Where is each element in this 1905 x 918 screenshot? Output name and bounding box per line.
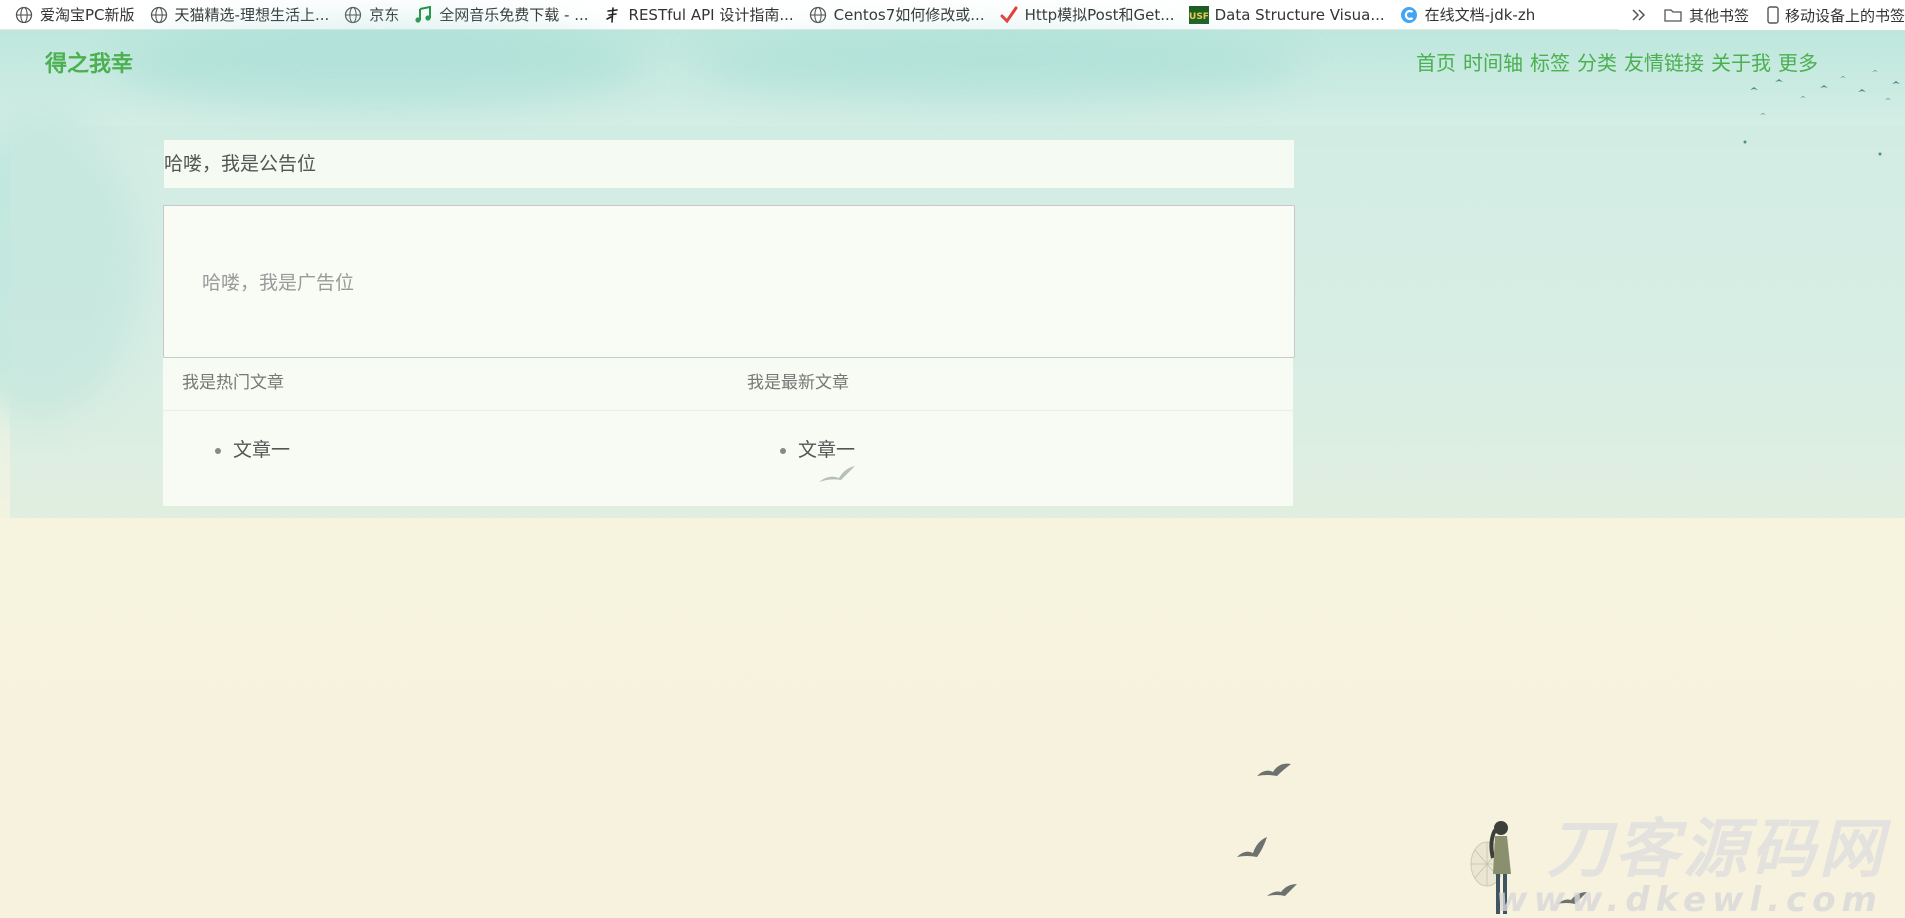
bookmarks-right: 其他书签 移动设备上的书签 [1618,0,1905,30]
other-bookmarks[interactable]: 其他书签 [1663,5,1749,26]
usf-icon: USF [1188,5,1209,25]
watermark-url: www.dkewl.com [1496,880,1883,918]
cloud-decoration [700,30,1300,100]
hot-articles: 我是热门文章 文章一 [163,358,728,506]
bookmark-label: Http模拟Post和Get... [1024,6,1175,24]
bookmark-label: 其他书签 [1688,6,1749,25]
ad-text: 哈喽，我是广告位 [202,272,355,294]
bookmark-label: Data Structure Visua... [1214,5,1385,24]
notice-bar: 哈喽，我是公告位 [164,140,1294,188]
nav-friend-links[interactable]: 友情链接 [1624,47,1704,76]
bird-decoration [1257,763,1291,776]
mobile-bookmarks[interactable]: 移动设备上的书签 [1763,5,1905,26]
folder-icon [1663,5,1683,25]
checkmark-icon [999,5,1019,25]
bookmark-label: RESTful API 设计指南... [628,6,794,24]
hot-articles-list: 文章一 [163,411,728,462]
brush-icon [603,5,623,25]
list-item[interactable]: 文章一 [798,435,1293,462]
cloud-decoration [120,20,640,110]
bookmark-http[interactable]: Http模拟Post和Get... [999,4,1175,25]
nav-timeline[interactable]: 时间轴 [1463,47,1523,76]
notice-text: 哈喽，我是公告位 [164,153,317,175]
bookmark-label: 爱淘宝PC新版 [40,6,135,24]
globe-icon [14,5,34,25]
bookmark-label: Centos7如何修改或... [833,6,985,24]
globe-icon [808,5,828,25]
globe-icon [149,5,169,25]
bird-decoration [819,466,855,482]
bird-decoration [1267,884,1297,896]
ad-box[interactable]: 哈喽，我是广告位 [163,205,1295,358]
bird-flock-decoration [1743,70,1900,156]
articles-panel: 我是热门文章 文章一 我是最新文章 文章一 [163,358,1293,506]
svg-text:USF: USF [1189,12,1209,22]
mobile-device-icon [1763,5,1783,25]
bookmark-jdk[interactable]: 在线文档-jdk-zh [1399,4,1536,25]
nav-tags[interactable]: 标签 [1530,47,1570,76]
list-item[interactable]: 文章一 [233,435,728,462]
bookmark-aitaobao[interactable]: 爱淘宝PC新版 [14,4,135,25]
bookmark-centos[interactable]: Centos7如何修改或... [808,4,985,25]
site-title[interactable]: 得之我幸 [45,46,133,78]
bookmark-label: 在线文档-jdk-zh [1424,6,1536,24]
bird-decoration [1237,837,1267,857]
nav-home[interactable]: 首页 [1416,47,1456,76]
latest-articles-title: 我是最新文章 [728,358,1293,411]
watermark-logo: 刀客源码网 [1547,813,1887,887]
c-logo-icon [1399,5,1419,25]
latest-articles: 我是最新文章 文章一 [728,358,1293,506]
bookmark-data-structure[interactable]: USF Data Structure Visua... [1188,5,1385,25]
latest-articles-list: 文章一 [728,411,1293,462]
double-chevron-icon[interactable] [1629,5,1649,25]
bookmark-label: 移动设备上的书签 [1784,6,1905,25]
nav-categories[interactable]: 分类 [1577,47,1617,76]
hot-articles-title: 我是热门文章 [163,358,728,411]
bookmark-restful[interactable]: RESTful API 设计指南... [603,4,794,25]
